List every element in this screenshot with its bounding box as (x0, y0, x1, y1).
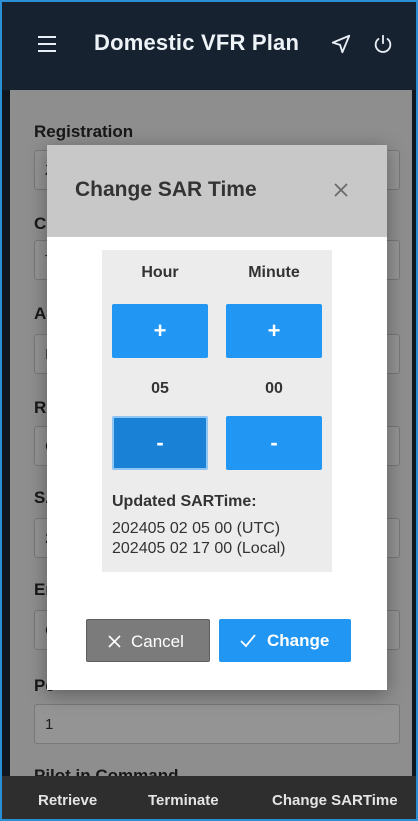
retrieve-button[interactable]: Retrieve (38, 792, 97, 809)
updated-utc-time: 202405 02 05 00 (UTC) (112, 520, 281, 537)
hour-label: Hour (141, 264, 179, 281)
dialog-title: Change SAR Time (75, 178, 257, 201)
change-button[interactable]: Change (219, 619, 351, 662)
bottom-action-bar: Retrieve Terminate Change SARTime (2, 776, 416, 819)
minute-value: 00 (265, 380, 283, 397)
page-title: Domestic VFR Plan (94, 30, 300, 55)
hour-decrement-button[interactable]: - (112, 416, 208, 470)
send-icon[interactable] (330, 33, 352, 55)
hour-value: 05 (151, 380, 169, 397)
updated-local-time: 202405 02 17 00 (Local) (112, 540, 286, 557)
check-icon (240, 634, 256, 648)
menu-icon[interactable] (38, 36, 56, 52)
app-header: Domestic VFR Plan (2, 2, 416, 90)
change-sar-time-dialog: Change SAR Time Hour Minute + + 05 00 - … (47, 145, 387, 690)
close-icon (108, 635, 121, 648)
minute-label: Minute (248, 264, 300, 281)
power-icon[interactable] (372, 33, 394, 55)
terminate-button[interactable]: Terminate (148, 792, 219, 809)
dialog-header: Change SAR Time (47, 145, 387, 237)
sar-time-picker: Hour Minute + + 05 00 - - Updated SARTim… (102, 250, 332, 572)
hour-increment-button[interactable]: + (112, 304, 208, 358)
updated-sartime-label: Updated SARTime: (112, 493, 257, 510)
close-icon[interactable] (332, 181, 350, 199)
minute-decrement-button[interactable]: - (226, 416, 322, 470)
cancel-label: Cancel (131, 632, 184, 651)
change-label: Change (267, 631, 330, 650)
minute-increment-button[interactable]: + (226, 304, 322, 358)
app-frame: Domestic VFR Plan Registration Z C T A I… (0, 0, 418, 821)
change-sartime-button[interactable]: Change SARTime (272, 792, 398, 809)
cancel-button[interactable]: Cancel (86, 619, 210, 662)
